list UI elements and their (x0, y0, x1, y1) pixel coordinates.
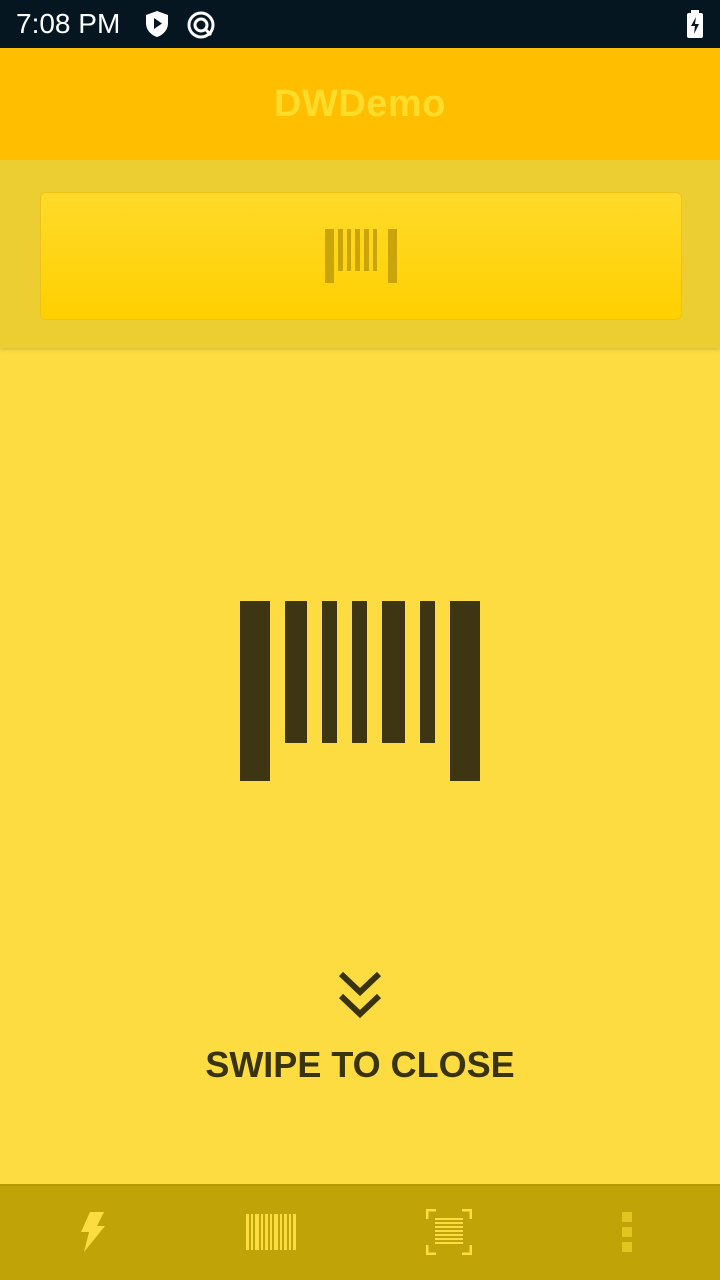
barcode-large-icon (240, 601, 480, 781)
more-vert-icon[interactable] (620, 1212, 634, 1252)
barcode-icon[interactable] (246, 1214, 296, 1250)
app-title: DWDemo (274, 82, 446, 125)
status-bar: 7:08 PM (0, 0, 720, 48)
scan-frame-icon[interactable] (426, 1209, 472, 1255)
sync-icon (187, 11, 215, 39)
shield-play-icon (146, 11, 168, 37)
scan-button[interactable] (40, 192, 682, 320)
app-bar: DWDemo (0, 48, 720, 160)
status-time: 7:08 PM (16, 8, 121, 39)
double-chevron-down-icon[interactable] (336, 968, 384, 1020)
flash-icon[interactable] (78, 1212, 106, 1252)
scan-toolbar (0, 160, 720, 348)
bottom-toolbar (0, 1184, 720, 1280)
battery-charging-icon (687, 10, 703, 38)
swipe-to-close-label[interactable]: SWIPE TO CLOSE (0, 1044, 720, 1086)
barcode-icon (325, 229, 397, 283)
